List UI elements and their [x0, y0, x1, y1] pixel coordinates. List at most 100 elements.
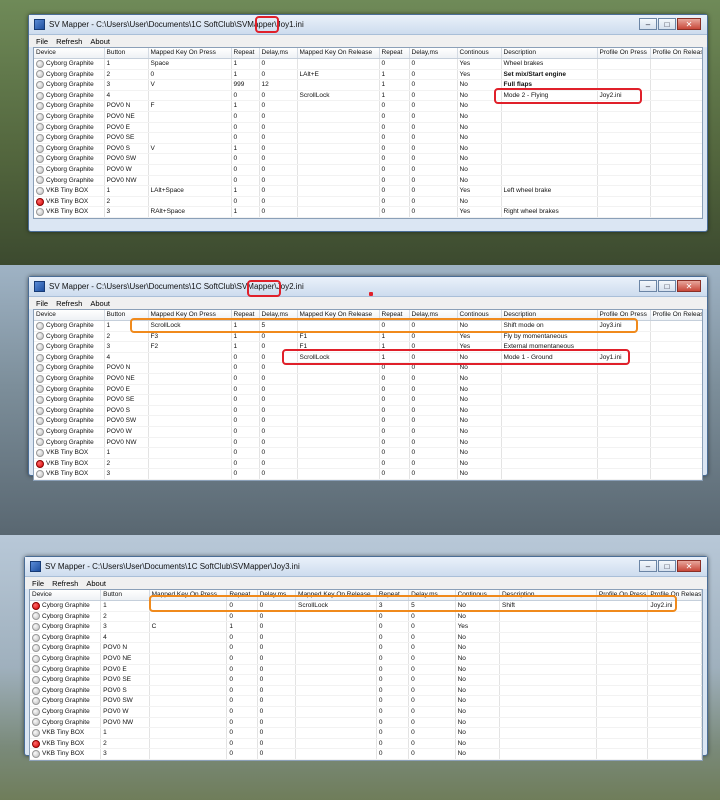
col-profile-release-cell[interactable] [650, 164, 702, 176]
col-key-release-cell[interactable] [297, 175, 380, 187]
col-description-cell[interactable]: Mode 1 - Ground [501, 352, 598, 364]
col-profile-press-cell[interactable] [597, 111, 651, 123]
header-col-delay-press[interactable]: Delay,ms [259, 48, 298, 59]
col-delay-release-cell[interactable]: 0 [409, 185, 458, 197]
col-repeat-release-cell[interactable]: 0 [379, 362, 410, 374]
col-repeat-release-cell[interactable]: 0 [376, 695, 410, 707]
col-continous-cell[interactable]: No [457, 447, 502, 459]
col-repeat-press-cell[interactable]: 0 [231, 90, 260, 102]
col-delay-release-cell[interactable]: 0 [409, 415, 458, 427]
col-profile-press-cell[interactable] [597, 69, 651, 81]
col-profile-press-cell[interactable] [596, 664, 649, 676]
col-delay-press-cell[interactable]: 0 [259, 143, 298, 155]
col-key-release-cell[interactable] [297, 320, 380, 332]
col-repeat-press-cell[interactable]: 0 [226, 674, 258, 686]
minimize-button[interactable]: – [639, 280, 657, 292]
col-button-cell[interactable]: POV0 W [104, 426, 149, 438]
col-profile-release-cell[interactable] [650, 415, 702, 427]
col-key-release-cell[interactable] [297, 196, 380, 208]
col-delay-press-cell[interactable]: 0 [257, 642, 297, 654]
col-profile-press-cell[interactable] [597, 373, 651, 385]
col-repeat-release-cell[interactable]: 1 [379, 331, 410, 343]
col-repeat-release-cell[interactable]: 0 [379, 447, 410, 459]
col-delay-release-cell[interactable]: 0 [408, 717, 456, 729]
col-delay-release-cell[interactable]: 5 [408, 600, 456, 612]
col-key-press-cell[interactable]: V [148, 143, 232, 155]
table-row[interactable]: Cyborg Graphite 4 0 0 ScrollLock 1 0 No Mode 1 -… [34, 352, 702, 364]
col-continous-cell[interactable]: No [457, 405, 502, 417]
col-delay-press-cell[interactable]: 0 [257, 717, 297, 729]
col-profile-press-cell[interactable] [597, 122, 651, 134]
col-device-cell[interactable]: Cyborg Graphite [30, 706, 102, 718]
col-description-cell[interactable] [501, 384, 598, 396]
col-key-press-cell[interactable] [148, 384, 232, 396]
col-device-cell[interactable]: Cyborg Graphite [34, 79, 105, 91]
col-profile-release-cell[interactable]: Joy2.ini [647, 600, 702, 612]
col-profile-press-cell[interactable] [596, 717, 649, 729]
col-repeat-release-cell[interactable]: 0 [379, 405, 410, 417]
table-row[interactable]: Cyborg Graphite POV0 N 0 0 0 0 No [30, 642, 702, 654]
col-profile-release-cell[interactable] [647, 695, 702, 707]
col-device-cell[interactable]: Cyborg Graphite [30, 653, 102, 665]
col-button-cell[interactable]: POV0 NW [100, 717, 150, 729]
col-profile-press-cell[interactable] [596, 642, 649, 654]
header-col-description[interactable]: Description [499, 590, 597, 601]
col-key-release-cell[interactable] [295, 727, 377, 739]
col-button-cell[interactable]: POV0 SW [104, 153, 149, 165]
col-key-press-cell[interactable] [148, 437, 232, 449]
col-button-cell[interactable]: POV0 W [104, 164, 149, 176]
col-continous-cell[interactable]: No [457, 373, 502, 385]
col-device-cell[interactable]: Cyborg Graphite [34, 143, 105, 155]
col-repeat-press-cell[interactable]: 0 [231, 384, 260, 396]
col-delay-press-cell[interactable]: 0 [259, 405, 298, 417]
col-key-press-cell[interactable] [149, 664, 228, 676]
col-profile-press-cell[interactable] [597, 185, 651, 197]
table-row[interactable]: Cyborg Graphite 3 C 1 0 0 0 Yes [30, 621, 702, 633]
col-profile-press-cell[interactable]: Joy2.ini [597, 90, 651, 102]
col-repeat-release-cell[interactable]: 0 [376, 664, 410, 676]
col-continous-cell[interactable]: Yes [457, 331, 502, 343]
header-col-device[interactable]: Device [34, 310, 105, 321]
col-repeat-press-cell[interactable]: 0 [231, 405, 260, 417]
col-key-release-cell[interactable] [297, 132, 380, 144]
col-delay-release-cell[interactable]: 0 [408, 632, 456, 644]
col-repeat-release-cell[interactable]: 0 [379, 384, 410, 396]
col-key-release-cell[interactable] [297, 122, 380, 134]
col-profile-release-cell[interactable] [647, 664, 702, 676]
col-profile-press-cell[interactable] [597, 175, 651, 187]
col-description-cell[interactable]: Wheel brakes [501, 58, 598, 70]
col-continous-cell[interactable]: Yes [457, 341, 502, 353]
header-col-profile-release[interactable]: Profile On Release [650, 310, 702, 321]
col-delay-press-cell[interactable]: 0 [259, 468, 298, 480]
menu-about[interactable]: About [82, 579, 110, 588]
col-profile-press-cell[interactable] [597, 196, 651, 208]
col-description-cell[interactable] [499, 748, 597, 760]
col-button-cell[interactable]: 2 [104, 458, 149, 470]
col-continous-cell[interactable]: No [457, 153, 502, 165]
col-repeat-release-cell[interactable]: 0 [379, 373, 410, 385]
col-profile-press-cell[interactable] [597, 132, 651, 144]
table-row[interactable]: VKB Tiny BOX 2 0 0 0 0 No [34, 458, 702, 470]
col-continous-cell[interactable]: Yes [457, 206, 502, 218]
col-profile-press-cell[interactable] [596, 600, 649, 612]
col-delay-press-cell[interactable]: 0 [259, 426, 298, 438]
table-row[interactable]: Cyborg Graphite POV0 SW 0 0 0 0 No [34, 153, 702, 165]
col-key-press-cell[interactable] [148, 132, 232, 144]
col-continous-cell[interactable]: No [457, 415, 502, 427]
col-delay-release-cell[interactable]: 0 [408, 738, 456, 750]
table-row[interactable]: Cyborg Graphite POV0 NE 0 0 0 0 No [30, 653, 702, 665]
col-key-press-cell[interactable] [149, 738, 228, 750]
col-delay-press-cell[interactable]: 0 [259, 394, 298, 406]
col-description-cell[interactable] [501, 373, 598, 385]
col-device-cell[interactable]: VKB Tiny BOX [34, 447, 105, 459]
table-row[interactable]: VKB Tiny BOX 3 RAlt+Space 1 0 0 0 Yes Right whee… [34, 206, 702, 218]
col-key-release-cell[interactable] [297, 206, 380, 218]
col-delay-release-cell[interactable]: 0 [409, 196, 458, 208]
col-delay-release-cell[interactable]: 0 [409, 79, 458, 91]
col-delay-press-cell[interactable]: 0 [257, 653, 297, 665]
mapping-grid[interactable]: Device Button Mapped Key On Press Repeat Del… [33, 309, 703, 481]
col-key-release-cell[interactable]: ScrollLock [295, 600, 377, 612]
col-repeat-press-cell[interactable]: 0 [226, 727, 258, 739]
col-profile-press-cell[interactable] [597, 100, 651, 112]
col-description-cell[interactable] [501, 394, 598, 406]
